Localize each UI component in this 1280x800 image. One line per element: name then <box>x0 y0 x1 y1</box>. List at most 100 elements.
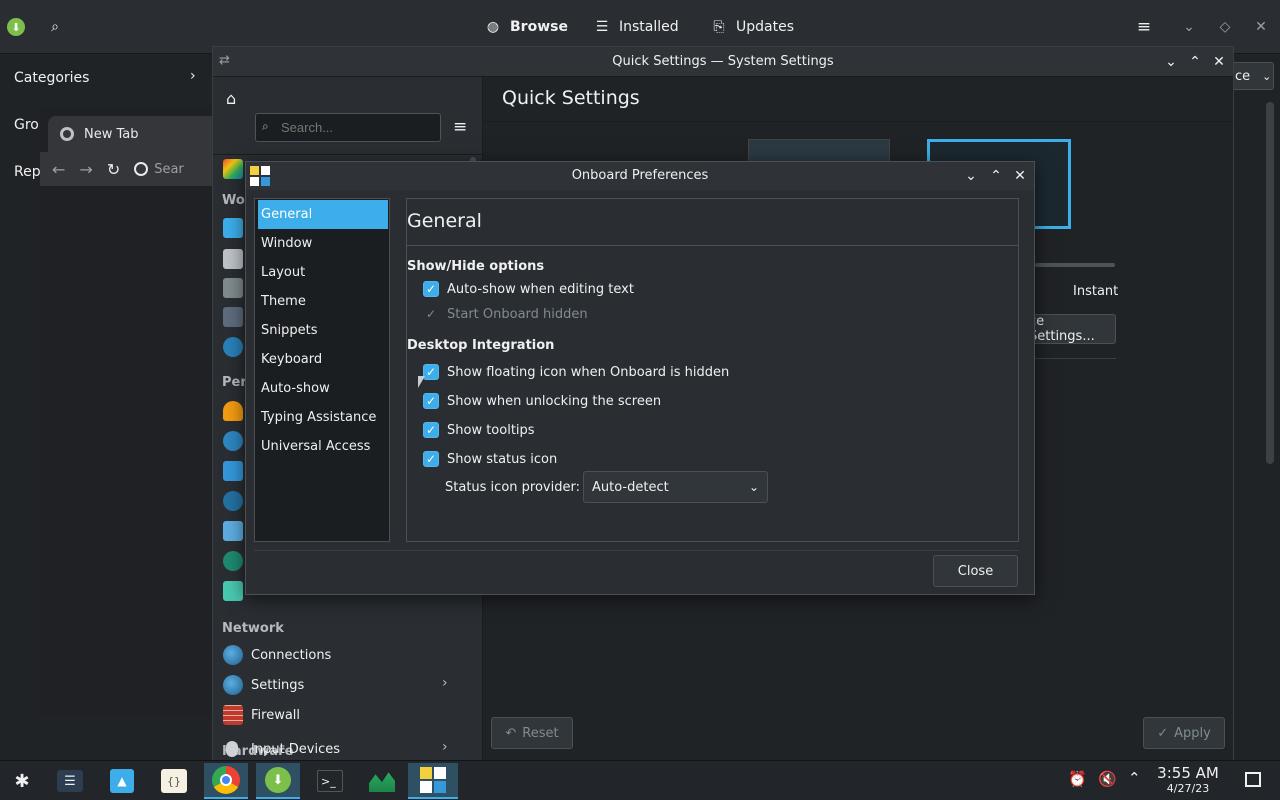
nav-item-universal-access[interactable]: Universal Access <box>258 432 388 461</box>
quick-settings-icon <box>223 159 243 179</box>
unlock-option[interactable]: ✓ Show when unlocking the screen <box>423 391 661 411</box>
sidebar-item-network-settings[interactable]: Settings <box>251 678 304 693</box>
taskbar-chrome[interactable] <box>204 763 248 799</box>
sidebar-item-firewall[interactable]: Firewall <box>251 708 300 723</box>
section-show-hide: Show/Hide options <box>407 259 545 274</box>
chrome-page <box>40 186 220 715</box>
floating-icon-option[interactable]: ✓ Show floating icon when Onboard is hid… <box>423 362 729 382</box>
minimize-icon[interactable]: ⌄ <box>1160 51 1182 73</box>
home-icon[interactable]: ⌂ <box>226 89 236 108</box>
editor-icon: {} <box>161 769 187 793</box>
page-title: Quick Settings <box>502 87 640 109</box>
unlock-label: Show when unlocking the screen <box>447 393 662 409</box>
minimize-icon[interactable]: ⌄ <box>960 165 982 187</box>
checkbox-checked[interactable]: ✓ <box>423 281 439 297</box>
window-icon <box>223 249 243 269</box>
general-page: General Show/Hide options ✓ Auto-show wh… <box>406 198 1019 542</box>
auto-show-option[interactable]: ✓ Auto-show when editing text <box>423 279 634 299</box>
clock[interactable]: 3:55 AM 4/27/23 <box>1152 764 1224 795</box>
status-icon-option[interactable]: ✓ Show status icon <box>423 449 557 469</box>
slider-label-instant: Instant <box>1073 284 1119 299</box>
checkbox-checked[interactable]: ✓ <box>423 364 439 380</box>
minimize-icon[interactable]: ⌄ <box>1178 16 1200 38</box>
system-settings-titlebar: ⇄ Quick Settings — System Settings ⌄ ⌃ ✕ <box>213 47 1233 77</box>
taskbar: ✱ ☰ ▲ {} ⬇ >_ ⏰ 🔇 ⌃ 3:55 AM 4/27/23 <box>0 760 1280 800</box>
page-title-divider <box>483 121 1233 122</box>
nav-item-theme[interactable]: Theme <box>258 287 388 316</box>
tab-updates[interactable]: ⎘ Updates <box>711 14 794 40</box>
omnibox-text: Sear <box>154 161 184 177</box>
chrome-omnibox[interactable]: Sear <box>134 162 184 177</box>
taskbar-system-settings[interactable]: ☰ <box>48 763 92 799</box>
search-settings-icon <box>223 337 243 357</box>
accounts-icon <box>223 551 243 571</box>
nav-item-window[interactable]: Window <box>258 229 388 258</box>
users-icon <box>223 431 243 451</box>
show-desktop-icon[interactable] <box>1245 772 1261 787</box>
chrome-tab-title: New Tab <box>84 126 139 142</box>
notifications-icon[interactable]: ⏰ <box>1068 770 1087 788</box>
chrome-tabbar: New Tab <box>40 108 220 152</box>
checkbox-checked[interactable]: ✓ <box>423 451 439 467</box>
more-settings-button[interactable]: ce Settings... <box>1028 314 1116 344</box>
reload-icon[interactable]: ↻ <box>107 160 120 179</box>
reset-button[interactable]: ↶ Reset <box>491 717 573 749</box>
installed-icon: ☰ <box>595 19 609 35</box>
close-icon[interactable]: ✕ <box>1009 165 1031 187</box>
download-icon: ⬇ <box>265 767 291 793</box>
volume-muted-icon[interactable]: 🔇 <box>1098 770 1117 788</box>
onboard-preferences-dialog: Onboard Preferences ⌄ ⌃ ✕ General Window… <box>245 161 1035 595</box>
nav-item-layout[interactable]: Layout <box>258 258 388 287</box>
chevron-down-icon: ⌄ <box>748 480 759 494</box>
chevron-up-icon[interactable]: ⌃ <box>1128 769 1141 787</box>
tooltips-option[interactable]: ✓ Show tooltips <box>423 420 535 440</box>
maximize-icon[interactable]: ⌃ <box>985 165 1007 187</box>
dialog-footer-divider <box>254 550 1019 551</box>
chrome-tab[interactable]: New Tab <box>48 116 220 152</box>
checkbox-checked[interactable]: ✓ <box>423 393 439 409</box>
sidebar-item-connections[interactable]: Connections <box>251 648 331 663</box>
taskbar-onboard[interactable] <box>408 763 458 799</box>
close-button[interactable]: Close <box>933 555 1018 587</box>
close-icon[interactable]: ✕ <box>1208 51 1230 73</box>
checkbox-checked[interactable]: ✓ <box>423 422 439 438</box>
nav-item-keyboard[interactable]: Keyboard <box>258 345 388 374</box>
updates-icon: ⎘ <box>713 19 725 35</box>
google-icon <box>134 162 149 176</box>
hamburger-menu-icon[interactable]: ≡ <box>1133 16 1155 38</box>
tab-browse[interactable]: ◍ Browse <box>485 14 568 40</box>
discover-scrollbar[interactable] <box>1266 102 1274 464</box>
search-icon[interactable]: ⌕ <box>44 16 66 38</box>
settings-search-input[interactable] <box>255 113 441 142</box>
mouse-icon <box>226 741 238 757</box>
provider-dropdown[interactable]: Auto-detect ⌄ <box>583 471 768 503</box>
back-icon[interactable]: ← <box>52 160 65 179</box>
chevron-right-icon: › <box>190 68 196 84</box>
taskbar-text-editor[interactable]: {} <box>152 763 196 799</box>
input-devices-row[interactable]: Input Devices › <box>213 739 483 761</box>
sidebar-categories[interactable]: Categories <box>14 70 89 86</box>
reset-label: Reset <box>522 725 559 741</box>
taskbar-discover[interactable]: ▲ <box>100 763 144 799</box>
maximize-icon[interactable]: ◇ <box>1214 16 1236 38</box>
settings-icon: ☰ <box>57 770 83 792</box>
hamburger-menu-icon[interactable]: ≡ <box>453 117 467 137</box>
sidebar-item-rep[interactable]: Rep <box>14 164 41 180</box>
nav-item-auto-show[interactable]: Auto-show <box>258 374 388 403</box>
taskbar-discover-running[interactable]: ⬇ <box>256 763 300 799</box>
nav-item-typing-assistance[interactable]: Typing Assistance <box>258 403 388 432</box>
taskbar-system-monitor[interactable] <box>360 763 404 799</box>
forward-icon[interactable]: → <box>79 160 92 179</box>
search-icon: ⌕ <box>262 119 269 133</box>
tab-installed[interactable]: ☰ Installed <box>594 14 679 40</box>
animation-slider[interactable] <box>1035 263 1115 267</box>
maximize-icon[interactable]: ⌃ <box>1184 51 1206 73</box>
close-icon[interactable]: ✕ <box>1250 16 1272 38</box>
auto-show-label: Auto-show when editing text <box>447 281 634 297</box>
nav-item-general[interactable]: General <box>258 200 388 229</box>
app-launcher-icon[interactable]: ✱ <box>0 763 44 799</box>
apply-button[interactable]: ✓ Apply <box>1143 717 1225 749</box>
nav-item-snippets[interactable]: Snippets <box>258 316 388 345</box>
taskbar-terminal[interactable]: >_ <box>308 763 352 799</box>
discover-combo[interactable]: ce ⌄ <box>1230 62 1274 90</box>
